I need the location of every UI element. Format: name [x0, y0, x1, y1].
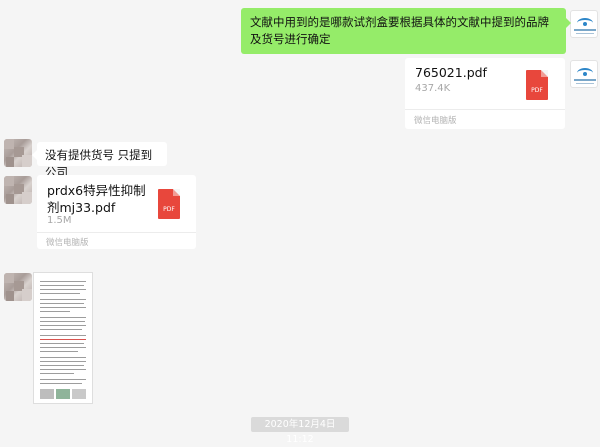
- file-source: 微信电脑版: [46, 238, 89, 248]
- contact-file-message[interactable]: prdx6特异性抑制剂mj33.pdf 1.5M PDF 微信电脑版: [37, 175, 196, 249]
- file-size: 1.5M: [47, 215, 72, 226]
- timestamp: 2020年12月4日 11:12: [251, 417, 349, 445]
- self-file-message[interactable]: 765021.pdf 437.4K PDF 微信电脑版: [405, 58, 565, 129]
- file-name: prdx6特异性抑制剂mj33.pdf: [47, 183, 146, 215]
- contact-text-message[interactable]: 没有提供货号 只提到公司: [32, 142, 167, 179]
- message-text: 文献中用到的是哪款试剂盒要根据具体的文献中提到的品牌及货号进行确定: [250, 15, 549, 46]
- self-text-message[interactable]: 文献中用到的是哪款试剂盒要根据具体的文献中提到的品牌及货号进行确定: [241, 8, 571, 54]
- contact-avatar[interactable]: [4, 139, 32, 167]
- self-avatar[interactable]: [570, 10, 598, 38]
- file-source: 微信电脑版: [414, 116, 457, 126]
- pdf-icon: PDF: [526, 70, 548, 100]
- file-size: 437.4K: [415, 83, 451, 94]
- contact-avatar[interactable]: [4, 176, 32, 204]
- file-name: 765021.pdf: [415, 65, 487, 80]
- pdf-icon: PDF: [158, 189, 180, 219]
- contact-avatar[interactable]: [4, 273, 32, 301]
- self-avatar[interactable]: [570, 60, 598, 88]
- contact-image-message[interactable]: [33, 272, 93, 404]
